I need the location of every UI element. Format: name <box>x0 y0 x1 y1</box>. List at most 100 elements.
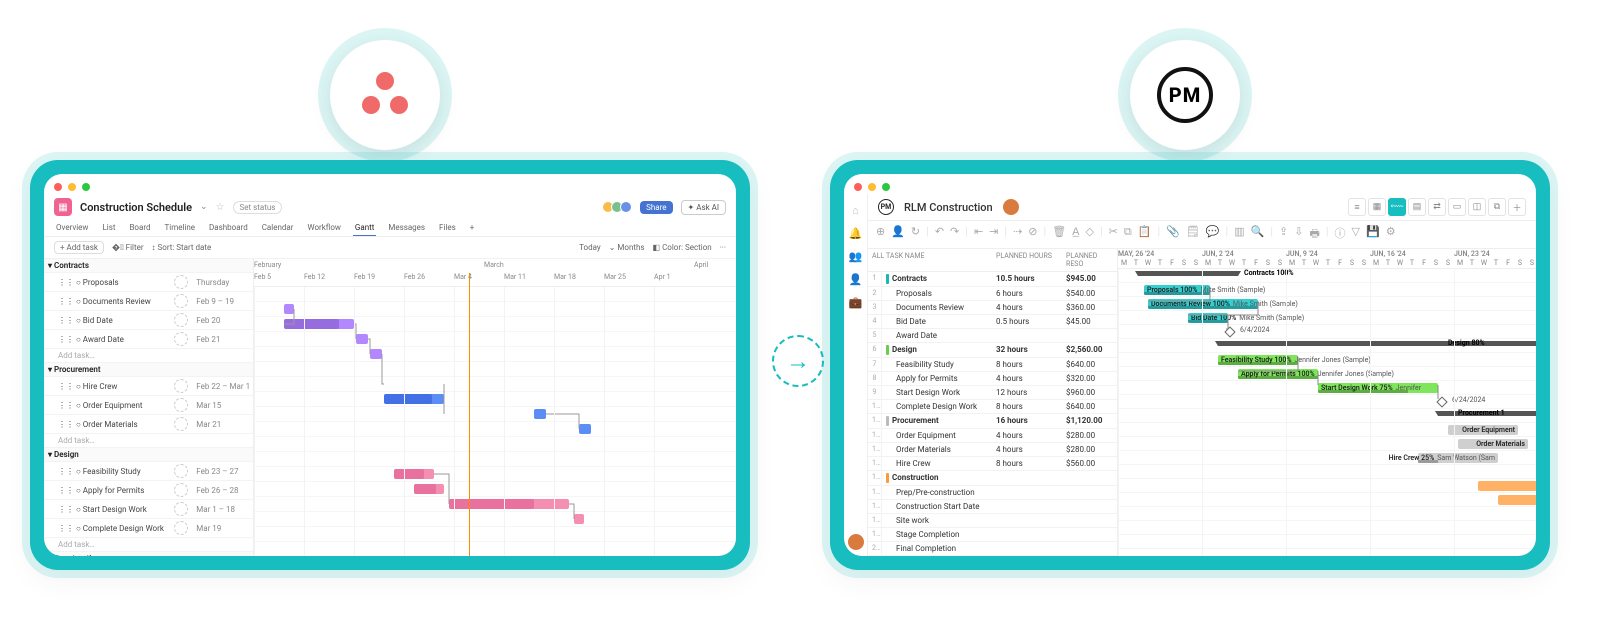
tab-list[interactable]: List <box>100 220 117 236</box>
view-add[interactable]: ＋ <box>1508 198 1526 216</box>
more-button[interactable]: ··· <box>720 243 726 252</box>
sort-button[interactable]: ↕ Sort: Start date <box>152 243 212 252</box>
task-row[interactable]: ⋮⋮ ○ Documents ReviewFeb 9 – 197 days <box>44 292 254 311</box>
tb-user[interactable]: 👤 <box>891 225 905 244</box>
share-button[interactable]: Share <box>640 201 672 214</box>
tb-delete[interactable]: 🗑 <box>1052 225 1066 244</box>
grid-row[interactable]: 8Apply for Permits4 hours$320.00 <box>868 372 1117 386</box>
view-files[interactable]: ⧉ <box>1488 198 1506 216</box>
tb-refresh[interactable]: ↻ <box>911 225 920 244</box>
tab-board[interactable]: Board <box>127 220 152 236</box>
grid-row[interactable]: 20Final Completion <box>868 542 1117 556</box>
star-icon[interactable]: ☆ <box>216 202 225 213</box>
rail-bell[interactable]: 🔔 <box>849 227 863 240</box>
task-row[interactable]: ⋮⋮ ○ Complete Design WorkMar 191 day <box>44 519 254 538</box>
tab-files[interactable]: Files <box>437 220 458 236</box>
tb-filter[interactable]: ▽ <box>1352 225 1360 244</box>
owner-avatar[interactable] <box>1003 199 1019 215</box>
task-row[interactable]: ⋮⋮ ○ Bid DateFeb 201 day <box>44 311 254 330</box>
color-button[interactable]: ◧ Color: Section <box>653 243 712 252</box>
ask-ai-button[interactable]: ✦ Ask AI <box>681 200 726 215</box>
task-row[interactable]: ▾ Design <box>44 448 254 462</box>
task-row[interactable]: ▾ Construction <box>44 552 254 557</box>
tab-overview[interactable]: Overview <box>54 220 90 236</box>
task-row[interactable]: Add task… <box>44 349 254 363</box>
task-row[interactable]: ⋮⋮ ○ ProposalsThursday1 day <box>44 273 254 292</box>
tb-paste[interactable]: 📋 <box>1138 225 1152 244</box>
tb-link[interactable]: ⇢ <box>1013 225 1022 244</box>
tb-copy[interactable]: ⧉ <box>1124 225 1132 244</box>
filter-button[interactable]: �⃓ Filter <box>112 243 144 252</box>
grid-row[interactable]: 19Stage Completion <box>868 528 1117 542</box>
grid-row[interactable]: 17Construction Start Date <box>868 500 1117 514</box>
grid-row[interactable]: 6Design32 hours$2,560.00 <box>868 343 1117 358</box>
col-all[interactable]: ALL <box>868 249 882 271</box>
tb-note[interactable]: 🗒 <box>1186 225 1200 244</box>
task-row[interactable]: ⋮⋮ ○ Hire CrewFeb 22 – Mar 17 days <box>44 377 254 396</box>
tab-workflow[interactable]: Workflow <box>305 220 342 236</box>
grid-row[interactable]: 9Start Design Work12 hours$960.00 <box>868 386 1117 400</box>
user-avatar-bottom[interactable] <box>848 534 864 550</box>
tab-dashboard[interactable]: Dashboard <box>207 220 250 236</box>
grid-row[interactable]: 15Construction <box>868 471 1117 486</box>
grid-row[interactable]: 18Site work <box>868 514 1117 528</box>
tb-print[interactable]: 🖶 <box>1309 225 1319 244</box>
col-task[interactable]: TASK NAME <box>882 249 992 271</box>
task-row[interactable]: ⋮⋮ ○ Apply for PermitsFeb 26 – 282 days <box>44 481 254 500</box>
col-hours[interactable]: PLANNED HOURS <box>992 249 1062 271</box>
grid-row[interactable]: 4Bid Date0.5 hours$45.00 <box>868 315 1117 329</box>
rail-briefcase[interactable]: 💼 <box>849 296 863 309</box>
task-row[interactable]: ⋮⋮ ○ Order MaterialsMar 211 day <box>44 415 254 434</box>
tab-gantt[interactable]: Gantt <box>353 220 376 236</box>
chevron-down-icon[interactable]: ⌄ <box>200 202 208 212</box>
tb-indent[interactable]: ⇤ <box>974 225 983 244</box>
tb-highlight[interactable]: A̲ <box>1072 225 1079 244</box>
view-dashboard[interactable]: ◫ <box>1468 198 1486 216</box>
tb-zoom[interactable]: 🔍 <box>1251 225 1265 244</box>
rail-users[interactable]: 👥 <box>849 250 863 263</box>
today-button[interactable]: Today <box>579 243 601 252</box>
task-row[interactable]: ▾ Contracts <box>44 259 254 273</box>
tb-info[interactable]: ⓘ <box>1335 225 1346 244</box>
tb-add[interactable]: ⊕ <box>876 225 885 244</box>
set-status-button[interactable]: Set status <box>233 201 283 214</box>
grid-row[interactable]: 1Contracts10.5 hours$945.00 <box>868 272 1117 287</box>
tb-redo[interactable]: ↷ <box>950 225 959 244</box>
tab-messages[interactable]: Messages <box>386 220 427 236</box>
tab-+[interactable]: + <box>468 220 477 236</box>
gantt-chart[interactable]: MAY, 26 '24MTWTFSSJUN, 2 '24MTWTFSSJUN, … <box>1118 249 1536 556</box>
view-gantt[interactable]: ⬳ <box>1388 198 1406 216</box>
tab-calendar[interactable]: Calendar <box>260 220 296 236</box>
member-avatars[interactable] <box>605 201 632 213</box>
tb-settings[interactable]: ⚙ <box>1386 225 1396 244</box>
grid-row[interactable]: 2Proposals6 hours$540.00 <box>868 287 1117 301</box>
task-row[interactable]: Add task… <box>44 538 254 552</box>
add-task-button[interactable]: + Add task <box>54 241 104 254</box>
view-calendar[interactable]: ▭ <box>1448 198 1466 216</box>
tb-outdent[interactable]: ⇥ <box>989 225 998 244</box>
tb-comment[interactable]: 💬 <box>1206 225 1220 244</box>
grid-row[interactable]: 10Complete Design Work8 hours$640.00 <box>868 400 1117 414</box>
gantt-chart[interactable]: FebruaryMarchAprilFeb 5Feb 12Feb 19Feb 2… <box>254 259 736 556</box>
task-row[interactable]: ⋮⋮ ○ Start Design WorkMar 1 – 1813 days <box>44 500 254 519</box>
tb-undo[interactable]: ↶ <box>935 225 944 244</box>
tb-columns[interactable]: ▥ <box>1234 225 1244 244</box>
rail-home[interactable]: ⌂ <box>852 204 859 217</box>
grid-row[interactable]: 7Feasibility Study8 hours$640.00 <box>868 358 1117 372</box>
tb-save[interactable]: 💾 <box>1366 225 1380 244</box>
tb-export[interactable]: ⇪ <box>1279 225 1288 244</box>
grid-row[interactable]: 14Hire Crew8 hours$560.00 <box>868 457 1117 471</box>
task-row[interactable]: ▾ Procurement <box>44 363 254 377</box>
grid-row[interactable]: 11Procurement16 hours$1,120.00 <box>868 414 1117 429</box>
grid-row[interactable]: 12Order Equipment4 hours$280.00 <box>868 429 1117 443</box>
tb-attach[interactable]: 📎 <box>1166 225 1180 244</box>
grid-row[interactable]: 3Documents Review4 hours$360.00 <box>868 301 1117 315</box>
tab-timeline[interactable]: Timeline <box>162 220 197 236</box>
task-row[interactable]: Add task… <box>44 434 254 448</box>
rail-user[interactable]: 👤 <box>849 273 863 286</box>
task-row[interactable]: ⋮⋮ ○ Order EquipmentMar 151 day <box>44 396 254 415</box>
grid-row[interactable]: 16Prep/Pre-construction <box>868 486 1117 500</box>
task-row[interactable]: ⋮⋮ ○ Feasibility StudyFeb 23 – 274 days <box>44 462 254 481</box>
grid-row[interactable]: 5Award Date <box>868 329 1117 343</box>
tb-import[interactable]: ⇩ <box>1294 225 1303 244</box>
